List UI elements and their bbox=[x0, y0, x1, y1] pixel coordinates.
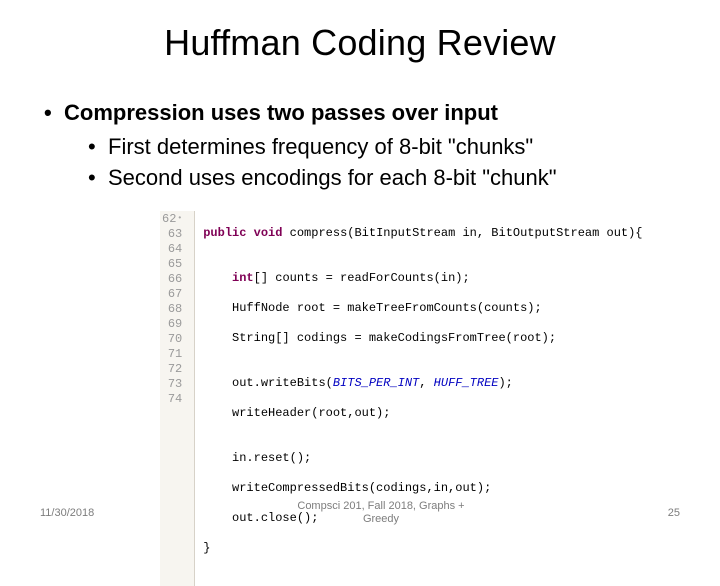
line-number: 65 bbox=[160, 257, 184, 272]
bullet-list: Compression uses two passes over input F… bbox=[40, 98, 680, 193]
line-number: 70 bbox=[160, 332, 184, 347]
keyword: public bbox=[203, 226, 246, 240]
static-field: BITS_PER_INT bbox=[333, 376, 419, 390]
code-text: out.writeBits( bbox=[203, 376, 333, 390]
code-line: int[] counts = readForCounts(in); bbox=[203, 271, 642, 286]
code-lines: public void compress(BitInputStream in, … bbox=[195, 211, 642, 586]
code-text: ); bbox=[498, 376, 512, 390]
code-line: writeHeader(root,out); bbox=[203, 406, 642, 421]
line-number: 66 bbox=[160, 272, 184, 287]
bullet-sub-1: First determines frequency of 8-bit "chu… bbox=[40, 132, 680, 162]
line-number: 73 bbox=[160, 377, 184, 392]
line-number: 67 bbox=[160, 287, 184, 302]
keyword: void bbox=[254, 226, 283, 240]
line-number: 72 bbox=[160, 362, 184, 377]
code-line: out.writeBits(BITS_PER_INT, HUFF_TREE); bbox=[203, 376, 642, 391]
code-text: [] counts = readForCounts(in); bbox=[254, 271, 470, 285]
line-number: 64 bbox=[160, 242, 184, 257]
code-line: public void compress(BitInputStream in, … bbox=[203, 226, 642, 241]
footer-course: Compsci 201, Fall 2018, Graphs + Greedy bbox=[94, 500, 668, 526]
code-block: 62 63 64 65 66 67 68 69 70 71 72 73 74 p… bbox=[160, 211, 680, 586]
line-number-gutter: 62 63 64 65 66 67 68 69 70 71 72 73 74 bbox=[160, 211, 195, 586]
static-field: HUFF_TREE bbox=[434, 376, 499, 390]
code-text: , bbox=[419, 376, 433, 390]
code-line: HuffNode root = makeTreeFromCounts(count… bbox=[203, 301, 642, 316]
code-line: } bbox=[203, 541, 642, 556]
slide: Huffman Coding Review Compression uses t… bbox=[0, 0, 720, 540]
line-number: 63 bbox=[160, 227, 184, 242]
bullet-sub-2: Second uses encodings for each 8-bit "ch… bbox=[40, 163, 680, 193]
footer-date: 11/30/2018 bbox=[40, 507, 94, 519]
slide-footer: 11/30/2018 Compsci 201, Fall 2018, Graph… bbox=[0, 500, 720, 526]
footer-course-line1: Compsci 201, Fall 2018, Graphs + bbox=[297, 500, 464, 512]
line-number: 68 bbox=[160, 302, 184, 317]
code-text: compress(BitInputStream in, BitOutputStr… bbox=[282, 226, 642, 240]
slide-title: Huffman Coding Review bbox=[40, 22, 680, 64]
code-line: writeCompressedBits(codings,in,out); bbox=[203, 481, 642, 496]
keyword: int bbox=[232, 271, 254, 285]
line-number: 62 bbox=[160, 211, 184, 227]
code-line: String[] codings = makeCodingsFromTree(r… bbox=[203, 331, 642, 346]
line-number: 71 bbox=[160, 347, 184, 362]
footer-course-line2: Greedy bbox=[363, 513, 399, 525]
line-number: 74 bbox=[160, 392, 184, 407]
line-number: 69 bbox=[160, 317, 184, 332]
code-line: in.reset(); bbox=[203, 451, 642, 466]
footer-page-number: 25 bbox=[668, 507, 680, 519]
bullet-main: Compression uses two passes over input bbox=[40, 98, 680, 128]
